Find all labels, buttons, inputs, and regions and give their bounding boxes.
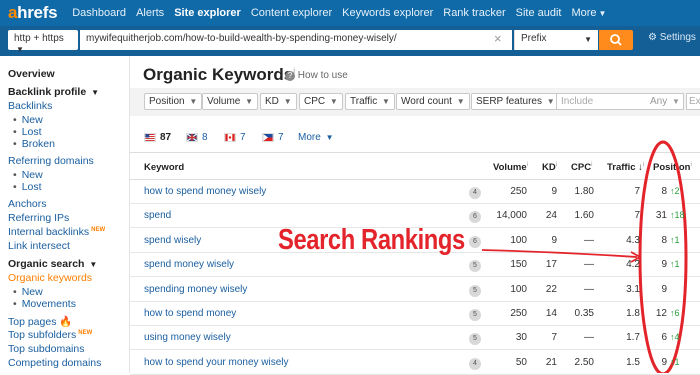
volume-value: 250 [510,308,527,319]
position-change-up: ↑1 [670,235,680,245]
cpc-value: 0.35 [574,308,594,319]
word-count-badge: 5 [469,309,481,321]
position-value: 9 [661,283,667,295]
traffic-value: 7 [634,186,640,197]
volume-value: 14,000 [496,210,527,222]
traffic-value: 1.7 [626,332,640,344]
word-count-badge: 4 [469,187,481,199]
position-change-up: ↑1 [670,259,680,269]
position-change-value: 4 [674,332,680,343]
traffic-value: 1.8 [626,308,640,319]
keyword-link[interactable]: using money wisely [144,332,231,343]
volume-value: 30 [515,332,527,344]
position-value: 12 [655,308,667,319]
cpc-value: — [584,259,594,271]
keyword-link[interactable]: spend money wisely [144,259,234,270]
position-value: 9 [661,356,667,368]
kd-value: 7 [551,332,557,344]
kd-value: 9 [551,234,557,246]
volume-value: 100 [510,283,527,295]
position-change-value: 1 [674,234,680,245]
keyword-link[interactable]: how to spend your money wisely [144,357,289,368]
kd-value: 24 [545,210,557,222]
volume-value: 50 [515,356,527,368]
position-value: 31 [655,210,667,222]
kd-value: 17 [545,259,557,271]
keyword-link[interactable]: spend wisely [144,235,201,246]
cpc-value: 1.60 [574,210,594,222]
position-change-value: 1 [674,356,680,367]
position-value: 6 [661,332,667,344]
position-value: 9 [661,259,667,271]
volume-value: 250 [510,186,527,197]
keyword-link[interactable]: how to spend money wisely [144,186,266,197]
traffic-value: 3.1 [626,283,640,295]
keyword-link[interactable]: spending money wisely [144,284,247,295]
position-change-up: ↑6 [670,308,680,318]
cpc-value: — [584,332,594,344]
position-value: 8 [661,234,667,246]
traffic-value: 4.2 [626,259,640,271]
traffic-value: 1.5 [626,356,640,368]
keyword-link[interactable]: spend [144,210,171,221]
traffic-value: 4.3 [626,234,640,246]
cpc-value: — [584,283,594,295]
cpc-value: 2.50 [574,356,594,368]
position-change-up: ↑1 [670,357,680,367]
position-change-value: 6 [674,308,680,318]
traffic-value: 7 [634,210,640,222]
position-change-value: 18 [674,210,685,221]
position-change-value: 1 [674,259,680,270]
cpc-value: 1.80 [574,186,594,197]
kd-value: 9 [551,186,557,197]
annotation-arrow [481,249,638,258]
kd-value: 22 [545,283,557,295]
kd-value: 21 [545,356,557,368]
position-change-up: ↑18 [670,210,685,220]
word-count-badge: 4 [469,357,481,370]
word-count-badge: 6 [469,235,481,248]
volume-value: 100 [510,234,527,246]
position-change-up: ↑4 [670,332,680,342]
position-change-up: ↑2 [670,186,680,196]
keyword-link[interactable]: how to spend money [144,308,236,319]
annotation-overlay [481,140,688,373]
cpc-value: — [584,234,594,246]
kd-value: 14 [545,308,557,319]
position-value: 8 [661,186,667,197]
position-change-value: 2 [674,186,680,196]
word-count-badge: 5 [469,284,481,297]
volume-value: 150 [510,259,527,271]
